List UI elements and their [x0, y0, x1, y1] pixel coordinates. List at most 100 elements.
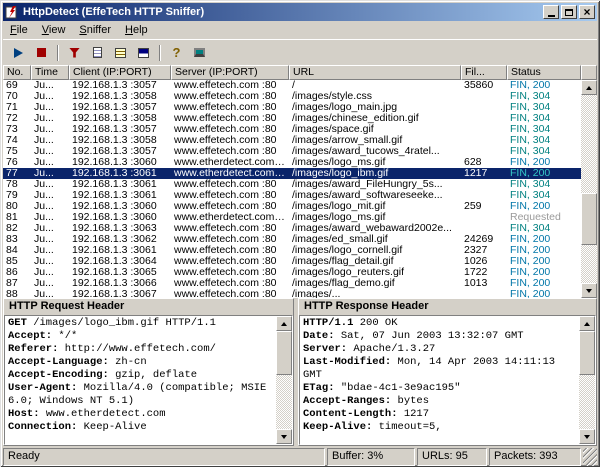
start-capture-button[interactable]: [7, 42, 30, 64]
scrollbar-thumb[interactable]: [579, 331, 595, 375]
about-button[interactable]: [188, 42, 211, 64]
view-list-button[interactable]: [109, 42, 132, 64]
column-header-filesize[interactable]: Fil...: [461, 65, 507, 80]
scroll-up-button[interactable]: [579, 316, 595, 331]
cell-client: 192.168.1.3 :3063: [69, 223, 171, 234]
minimize-button[interactable]: [543, 5, 559, 19]
menu-item-file[interactable]: File: [3, 22, 35, 38]
menu-item-help[interactable]: Help: [118, 22, 155, 38]
table-row[interactable]: 85Ju...192.168.1.3 :3064www.effetech.com…: [3, 256, 581, 267]
cell-url: /images/award_tucows_4ratel...: [289, 146, 461, 157]
cell-server: www.effetech.com :80: [171, 179, 289, 190]
table-scrollbar[interactable]: [581, 80, 597, 298]
cell-client: 192.168.1.3 :3057: [69, 80, 171, 91]
column-header-no[interactable]: No.: [3, 65, 31, 80]
response-header-content: HTTP/1.1 200 OKDate: Sat, 07 Jun 2003 13…: [300, 316, 579, 444]
scroll-down-button[interactable]: [276, 429, 292, 444]
cell-file: 24269: [461, 234, 507, 245]
cell-server: www.effetech.com :80: [171, 201, 289, 212]
app-icon: [5, 5, 19, 19]
report-icon: [93, 47, 102, 58]
cell-no: 74: [3, 135, 31, 146]
table-row[interactable]: 87Ju...192.168.1.3 :3066www.effetech.com…: [3, 278, 581, 289]
menu-item-view[interactable]: View: [35, 22, 73, 38]
cell-no: 88: [3, 289, 31, 298]
status-bar: Ready Buffer: 3% URLs: 95 Packets: 393: [3, 448, 597, 466]
scroll-down-button[interactable]: [581, 283, 597, 298]
table-row[interactable]: 71Ju...192.168.1.3 :3057www.effetech.com…: [3, 102, 581, 113]
cell-time: Ju...: [31, 157, 69, 168]
cell-no: 71: [3, 102, 31, 113]
scroll-up-button[interactable]: [276, 316, 292, 331]
table-row[interactable]: 82Ju...192.168.1.3 :3063www.effetech.com…: [3, 223, 581, 234]
scrollbar-thumb[interactable]: [581, 193, 597, 246]
header-line: User-Agent: Mozilla/4.0 (compatible; MSI…: [8, 382, 273, 408]
maximize-icon: [565, 9, 573, 16]
table-row[interactable]: 78Ju...192.168.1.3 :3061www.effetech.com…: [3, 179, 581, 190]
table-row[interactable]: 76Ju...192.168.1.3 :3060www.etherdetect.…: [3, 157, 581, 168]
cell-time: Ju...: [31, 201, 69, 212]
cell-no: 80: [3, 201, 31, 212]
filter-button[interactable]: [63, 42, 86, 64]
cell-no: 69: [3, 80, 31, 91]
cell-server: www.effetech.com :80: [171, 91, 289, 102]
cell-client: 192.168.1.3 :3060: [69, 212, 171, 223]
scrollbar-track[interactable]: [581, 95, 597, 283]
table-row[interactable]: 70Ju...192.168.1.3 :3058www.effetech.com…: [3, 91, 581, 102]
cell-time: Ju...: [31, 135, 69, 146]
cell-time: Ju...: [31, 91, 69, 102]
menu-item-sniffer[interactable]: Sniffer: [72, 22, 118, 38]
arrow-up-icon: [586, 86, 592, 90]
response-panel-scrollbar[interactable]: [579, 316, 595, 444]
cell-server: www.effetech.com :80: [171, 289, 289, 298]
cell-status: FIN, 304: [507, 102, 581, 113]
table-row[interactable]: 74Ju...192.168.1.3 :3058www.effetech.com…: [3, 135, 581, 146]
cell-url: /images/flag_detail.gif: [289, 256, 461, 267]
column-header-server[interactable]: Server (IP:PORT): [171, 65, 289, 80]
cell-server: www.etherdetect.com :80: [171, 157, 289, 168]
cell-server: www.effetech.com :80: [171, 135, 289, 146]
cell-client: 192.168.1.3 :3064: [69, 256, 171, 267]
cell-server: www.etherdetect.com :80: [171, 168, 289, 179]
save-button[interactable]: [132, 42, 155, 64]
table-row[interactable]: 86Ju...192.168.1.3 :3065www.effetech.com…: [3, 267, 581, 278]
cell-url: /images/award_softwareseeke...: [289, 190, 461, 201]
stop-capture-button[interactable]: [30, 42, 53, 64]
table-row[interactable]: 72Ju...192.168.1.3 :3058www.effetech.com…: [3, 113, 581, 124]
table-row[interactable]: 81Ju...192.168.1.3 :3060www.etherdetect.…: [3, 212, 581, 223]
cell-client: 192.168.1.3 :3058: [69, 91, 171, 102]
table-row[interactable]: 80Ju...192.168.1.3 :3060www.effetech.com…: [3, 201, 581, 212]
table-row[interactable]: 88Ju...192.168.1.3 :3067www.effetech.com…: [3, 289, 581, 298]
table-row[interactable]: 77Ju...192.168.1.3 :3061www.etherdetect.…: [3, 168, 581, 179]
scrollbar-track[interactable]: [579, 331, 595, 429]
scrollbar-track[interactable]: [276, 331, 292, 429]
titlebar[interactable]: HttpDetect (EffeTech HTTP Sniffer) ×: [3, 3, 597, 21]
table-row[interactable]: 79Ju...192.168.1.3 :3061www.effetech.com…: [3, 190, 581, 201]
list-icon: [115, 48, 126, 58]
column-header-time[interactable]: Time: [31, 65, 69, 80]
cell-no: 77: [3, 168, 31, 179]
close-button[interactable]: ×: [579, 5, 595, 19]
header-line: Host: www.etherdetect.com: [8, 408, 273, 421]
scroll-up-button[interactable]: [581, 80, 597, 95]
resize-grip[interactable]: [583, 448, 597, 466]
scroll-down-button[interactable]: [579, 429, 595, 444]
table-row[interactable]: 73Ju...192.168.1.3 :3057www.effetech.com…: [3, 124, 581, 135]
cell-status: FIN, 200: [507, 267, 581, 278]
table-row[interactable]: 75Ju...192.168.1.3 :3057www.effetech.com…: [3, 146, 581, 157]
request-header-content: GET /images/logo_ibm.gif HTTP/1.1Accept:…: [5, 316, 276, 444]
cell-file: [461, 102, 507, 113]
scrollbar-thumb[interactable]: [276, 331, 292, 375]
help-button[interactable]: [165, 42, 188, 64]
column-header-status[interactable]: Status: [507, 65, 581, 80]
request-panel-scrollbar[interactable]: [276, 316, 292, 444]
table-row[interactable]: 69Ju...192.168.1.3 :3057www.effetech.com…: [3, 80, 581, 91]
request-header-panel: HTTP Request Header GET /images/logo_ibm…: [3, 298, 294, 446]
cell-client: 192.168.1.3 :3067: [69, 289, 171, 298]
column-header-url[interactable]: URL: [289, 65, 461, 80]
view-report-button[interactable]: [86, 42, 109, 64]
maximize-button[interactable]: [561, 5, 577, 19]
table-row[interactable]: 84Ju...192.168.1.3 :3061www.effetech.com…: [3, 245, 581, 256]
column-header-client[interactable]: Client (IP:PORT): [69, 65, 171, 80]
table-row[interactable]: 83Ju...192.168.1.3 :3062www.effetech.com…: [3, 234, 581, 245]
